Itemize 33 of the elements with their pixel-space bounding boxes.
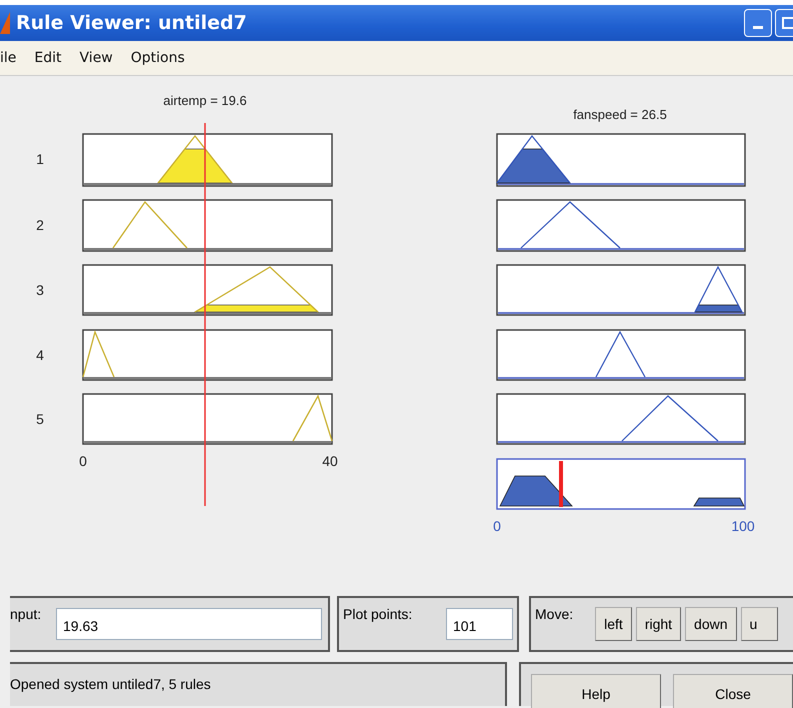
rule-number: 4 (36, 347, 44, 363)
menu-item[interactable]: ile (0, 50, 16, 66)
input-line[interactable] (204, 123, 206, 506)
rule-number: 1 (36, 151, 44, 167)
menu-item[interactable]: Options (130, 50, 185, 66)
move-label: Move: (535, 606, 574, 622)
dialog-button[interactable]: Close (673, 674, 793, 708)
input-label: nput: (10, 606, 42, 622)
plot-points-field[interactable]: 101 (446, 608, 513, 640)
dialog-button[interactable]: Help (531, 674, 661, 708)
app-icon (0, 12, 10, 34)
variable-label: airtemp = 19.6 (163, 93, 247, 108)
move-button[interactable]: left (595, 607, 632, 641)
axis-label: 0 (493, 518, 501, 534)
axis-label: 40 (322, 453, 338, 469)
input-field[interactable]: 19.63 (56, 608, 322, 640)
status-text: Opened system untiled7, 5 rules (10, 676, 211, 692)
rule-number: 2 (36, 217, 44, 233)
axis-label: 100 (731, 518, 755, 534)
rule-number: 3 (36, 282, 44, 298)
move-button[interactable]: right (636, 607, 682, 641)
move-button[interactable]: down (685, 607, 737, 641)
rule-number: 5 (36, 411, 44, 427)
menu-item[interactable]: View (80, 50, 113, 66)
maximize-icon (782, 17, 793, 29)
minimize-icon (753, 26, 763, 30)
plot-points-label: Plot points: (343, 606, 412, 622)
menu-item[interactable]: Edit (34, 50, 62, 66)
window-title: Rule Viewer: untiled7 (16, 12, 247, 34)
variable-label: fanspeed = 26.5 (573, 107, 667, 122)
axis-label: 0 (79, 453, 87, 469)
minimize-button[interactable] (744, 9, 772, 37)
move-button[interactable]: u (740, 607, 778, 641)
